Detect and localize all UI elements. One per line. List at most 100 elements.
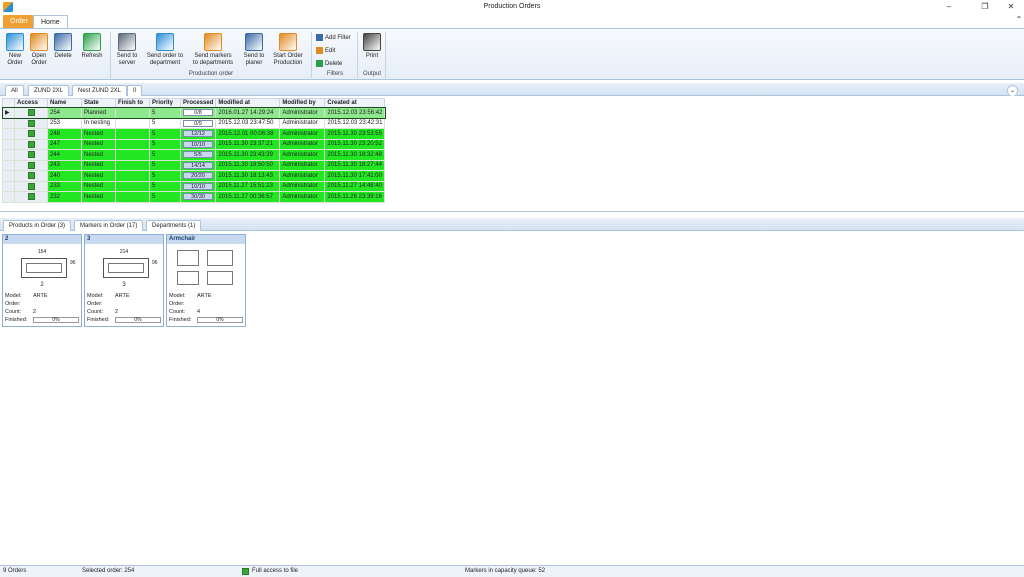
product-model-label: Model: xyxy=(87,293,104,299)
column-header-processed[interactable]: Processed xyxy=(179,98,217,108)
row-selector[interactable] xyxy=(2,149,15,161)
dimension-top: 214 xyxy=(119,249,129,255)
cell-name: 248 xyxy=(47,128,82,140)
column-header-modified-by[interactable]: Modified by xyxy=(279,98,326,108)
table-row[interactable]: 233 Nested 5 10/10 2015.11.27 15:51:23 Admini… xyxy=(2,180,386,192)
product-card[interactable]: 2 154 96 2 Model: ARTE Order: Count: 2 Finished: 0… xyxy=(2,234,82,327)
cell-modified-at: 2015.11.30 18:50:50 xyxy=(215,159,281,171)
tab-count[interactable]: 0 xyxy=(127,85,143,96)
close-icon[interactable]: ✕ xyxy=(1000,1,1022,13)
delete-filter-button[interactable]: Delete xyxy=(316,60,342,67)
column-header-name[interactable]: Name xyxy=(47,98,82,108)
product-card[interactable]: Armchair Model: ARTE Order: Count: 4 Finished:… xyxy=(166,234,246,327)
column-header-state[interactable]: State xyxy=(81,98,116,108)
chevron-down-icon[interactable]: ⌄ xyxy=(1007,85,1019,96)
sofa-outline xyxy=(21,258,67,278)
start-production-button[interactable]: Start Order Production xyxy=(270,33,306,67)
orders-grid: Access Name State Finish to Priority Processe… xyxy=(0,96,1024,212)
ribbon-button-label: Send order to xyxy=(146,53,184,59)
table-row[interactable]: 232 Nested 5 30/30 2015.11.27 00:36:57 Admini… xyxy=(2,191,386,203)
table-row[interactable]: 247 Nested 5 10/10 2015.11.30 23:37:21 Admini… xyxy=(2,138,386,150)
cell-modified-by: Administrator xyxy=(279,159,326,171)
cell-modified-by: Administrator xyxy=(279,170,326,182)
row-selector[interactable] xyxy=(2,191,15,203)
orders-count: 9 Orders xyxy=(3,568,27,574)
ribbon-button-label: Send to xyxy=(243,53,265,59)
add-filter-button[interactable]: Add Filter xyxy=(316,34,351,41)
row-selector[interactable] xyxy=(2,138,15,150)
access-cell xyxy=(14,117,48,129)
tab-products[interactable]: Products in Order (3) xyxy=(3,220,72,231)
cell-processed: 30/30 xyxy=(179,191,217,203)
send-department-button[interactable]: Send order to department xyxy=(144,33,186,67)
product-count-label: Count: xyxy=(87,309,104,315)
row-selector[interactable] xyxy=(2,170,15,182)
product-count-row: Count: 2 xyxy=(3,308,81,316)
ribbon-collapse-icon[interactable]: ⌃ xyxy=(1008,14,1024,26)
tab-all[interactable]: All xyxy=(5,85,24,96)
cell-modified-by: Administrator xyxy=(279,117,326,129)
minimize-icon[interactable]: – xyxy=(938,1,960,13)
access-check-icon xyxy=(27,172,35,180)
send-server-button[interactable]: Send to server xyxy=(114,33,140,67)
cell-priority: 5 xyxy=(149,159,181,171)
delete-button[interactable]: Delete xyxy=(52,33,74,60)
printer-button[interactable]: Print xyxy=(360,33,384,60)
access-check-icon xyxy=(27,151,35,159)
cell-state: Nested xyxy=(81,138,116,150)
table-row[interactable]: 248 Nested 5 12/12 2015.12.01 00:06:38 Admini… xyxy=(2,128,386,140)
product-model-row: Model: ARTE xyxy=(85,292,163,300)
row-selector[interactable] xyxy=(2,159,15,171)
product-finished-progress: 0% xyxy=(197,317,243,323)
send-markers-button[interactable]: Send markers to departments xyxy=(190,33,236,67)
cell-processed: 5/5 xyxy=(179,149,217,161)
tab-departments[interactable]: Departments (1) xyxy=(146,220,202,231)
cell-processed: 0/9 xyxy=(179,117,217,129)
column-header-access[interactable]: Access xyxy=(14,98,48,108)
access-cell xyxy=(14,149,48,161)
product-card[interactable]: 3 214 96 3 Model: ARTE Order: Count: 2 Finished: 0… xyxy=(84,234,164,327)
cell-priority: 5 xyxy=(149,138,181,150)
column-header-modified-at[interactable]: Modified at xyxy=(215,98,281,108)
product-finished-row: Finished: 0% xyxy=(3,316,81,324)
row-selector[interactable] xyxy=(2,180,15,192)
cell-created-at: 2015.12.03 23:56:42 xyxy=(324,107,386,119)
table-row[interactable]: 243 Nested 5 14/14 2015.11.30 18:50:50 Admini… xyxy=(2,159,386,171)
dimension-top: 154 xyxy=(37,249,47,255)
new-order-button[interactable]: New Order xyxy=(4,33,26,67)
tab-zund-2xl[interactable]: ZUND 2XL xyxy=(28,85,70,96)
status-bar: 9 Orders Selected order: 254 Full access… xyxy=(0,565,1024,577)
cell-modified-at: 2015.11.30 23:43:39 xyxy=(215,149,281,161)
column-header-priority[interactable]: Priority xyxy=(149,98,181,108)
open-order-button[interactable]: Open Order xyxy=(28,33,50,67)
ribbon-separator xyxy=(311,32,312,78)
column-header-finish-to[interactable]: Finish to xyxy=(115,98,150,108)
group-output-label: Output xyxy=(362,71,381,77)
table-row[interactable]: ▶ 254 Planned 5 0/8 2016.01.27 14:29:24 Admini… xyxy=(1,106,386,119)
tab-home[interactable]: Home xyxy=(33,15,68,28)
edit-filter-button[interactable]: Edit xyxy=(316,47,335,54)
access-check-icon xyxy=(27,119,35,127)
tab-order[interactable]: Order xyxy=(3,15,35,28)
cell-finish-to xyxy=(115,191,150,203)
column-header-created-at[interactable]: Created at xyxy=(324,98,386,108)
table-row[interactable]: 253 In nesting 5 0/9 2015.12.03 23:47:50 Admi… xyxy=(2,117,386,129)
row-selector[interactable] xyxy=(2,128,15,140)
printer-icon xyxy=(363,33,381,51)
row-selector[interactable] xyxy=(2,117,15,129)
table-row[interactable]: 244 Nested 5 5/5 2015.11.30 23:43:39 Administ… xyxy=(2,149,386,161)
row-selector[interactable]: ▶ xyxy=(2,107,15,119)
access-icon xyxy=(242,568,249,575)
table-row[interactable]: 240 Nested 5 20/20 2015.11.30 18:13:43 Admini… xyxy=(2,170,386,182)
ribbon-button-label: Start Order xyxy=(273,53,303,59)
armchair-view-1 xyxy=(177,250,199,266)
send-planer-button[interactable]: Send to planer xyxy=(240,33,268,67)
cell-state: Nested xyxy=(81,128,116,140)
ribbon-button-label: Refresh xyxy=(81,53,103,59)
ribbon-button-label: New xyxy=(8,53,21,59)
refresh-button[interactable]: Refresh xyxy=(78,33,106,60)
cell-priority: 5 xyxy=(149,180,181,192)
tab-markers[interactable]: Markers in Order (17) xyxy=(74,220,144,231)
tab-nest-zund-2xl[interactable]: Nest ZUND 2XL xyxy=(72,85,128,96)
maximize-icon[interactable]: ❐ xyxy=(974,1,996,13)
